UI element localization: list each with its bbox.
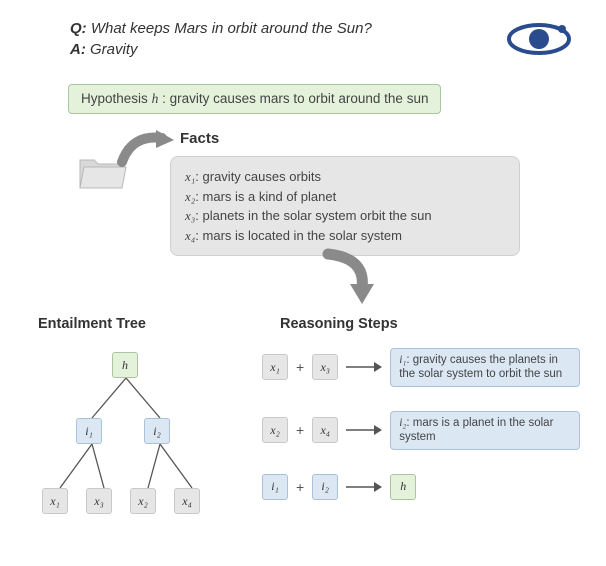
hypothesis-prefix: Hypothesis	[81, 91, 148, 106]
fact-row: x₁: gravity causes orbits	[185, 167, 505, 187]
step-operand: x₂	[262, 417, 288, 443]
step-operand: i₂	[312, 474, 338, 500]
reasoning-steps: x₁ + x₃ i₁: gravity causes the planets i…	[262, 348, 592, 524]
step-row: x₁ + x₃ i₁: gravity causes the planets i…	[262, 348, 592, 387]
hypothesis-text: : gravity causes mars to orbit around th…	[162, 91, 428, 106]
step-operand: x₄	[312, 417, 338, 443]
tree-node-x2: x₂	[130, 488, 156, 514]
answer-line: A: Gravity	[70, 39, 372, 60]
arrow-right-icon	[344, 480, 384, 494]
facts-box: x₁: gravity causes orbits x₂: mars is a …	[170, 156, 520, 256]
facts-heading: Facts	[180, 130, 219, 147]
arrow-down-icon	[316, 248, 386, 313]
plus-icon: +	[294, 422, 306, 438]
question-text: What keeps Mars in orbit around the Sun?	[91, 20, 372, 37]
tree-node-x4: x₄	[174, 488, 200, 514]
step-row: x₂ + x₄ i₂: mars is a planet in the sola…	[262, 411, 592, 450]
tree-node-root: h	[112, 352, 138, 378]
tree-node-i1: i₁	[76, 418, 102, 444]
fact-row: x₄: mars is located in the solar system	[185, 226, 505, 246]
qa-block: Q: What keeps Mars in orbit around the S…	[70, 18, 372, 60]
hypothesis-box: Hypothesis h : gravity causes mars to or…	[68, 84, 441, 114]
entailment-tree-heading: Entailment Tree	[38, 316, 146, 332]
entailment-tree: h i₁ i₂ x₁ x₃ x₂ x₄	[26, 340, 246, 560]
fact-row: x₃: planets in the solar system orbit th…	[185, 206, 505, 226]
a-label: A:	[70, 41, 86, 58]
tree-node-i2: i₂	[144, 418, 170, 444]
planet-orbit-icon	[504, 10, 574, 73]
step-row: i₁ + i₂ h	[262, 474, 592, 500]
plus-icon: +	[294, 359, 306, 375]
step-result: i₂: mars is a planet in the solar system	[390, 411, 580, 450]
step-operand: x₁	[262, 354, 288, 380]
step-result-final: h	[390, 474, 416, 500]
q-label: Q:	[70, 20, 87, 37]
reasoning-steps-heading: Reasoning Steps	[280, 316, 398, 332]
plus-icon: +	[294, 479, 306, 495]
arrow-right-icon	[344, 423, 384, 437]
hypothesis-var: h	[152, 91, 159, 106]
step-operand: i₁	[262, 474, 288, 500]
tree-node-x3: x₃	[86, 488, 112, 514]
arrow-right-icon	[344, 360, 384, 374]
fact-row: x₂: mars is a kind of planet	[185, 187, 505, 207]
step-operand: x₃	[312, 354, 338, 380]
answer-text: Gravity	[90, 41, 138, 58]
question-line: Q: What keeps Mars in orbit around the S…	[70, 18, 372, 39]
tree-node-x1: x₁	[42, 488, 68, 514]
step-result: i₁: gravity causes the planets in the so…	[390, 348, 580, 387]
